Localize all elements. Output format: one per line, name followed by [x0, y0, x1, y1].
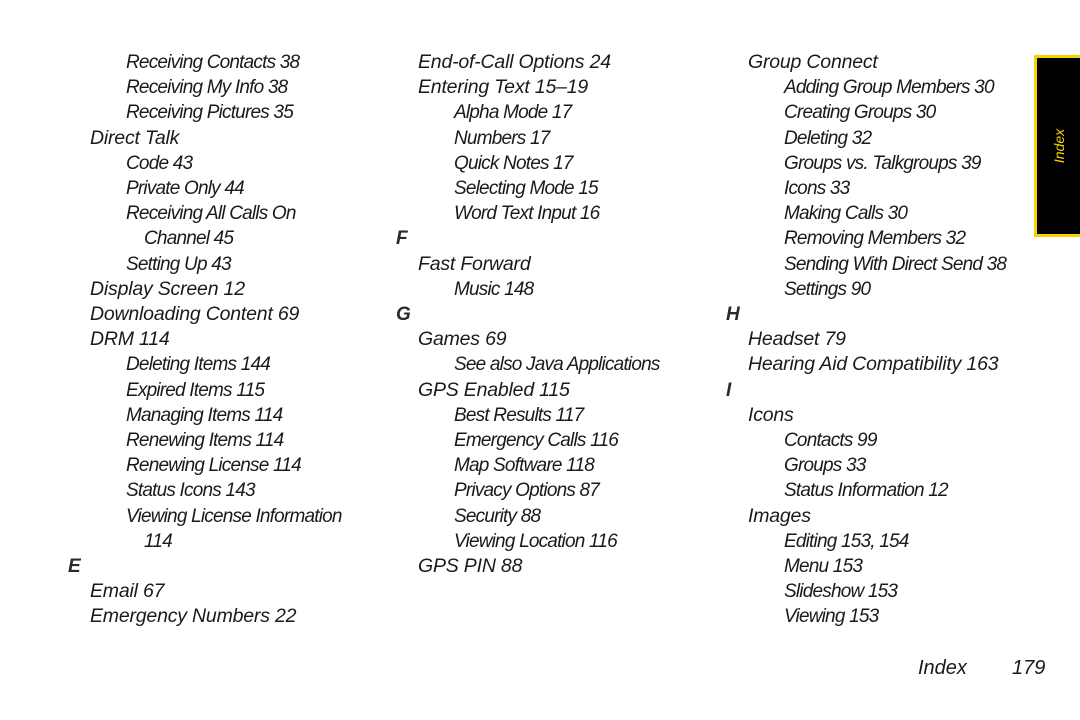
index-entry: Headset 79 [748, 328, 846, 351]
footer-section-title: Index [918, 657, 967, 679]
index-subentry: Privacy Options 87 [454, 480, 600, 502]
index-entry: End-of-Call Options 24 [418, 51, 611, 73]
index-entry: Group Connect [748, 51, 878, 73]
footer-page-number: 179 [1012, 657, 1046, 679]
index-entry: Images [748, 504, 811, 527]
index-entry: GPS Enabled 115 [418, 378, 570, 401]
index-subentry: Word Text Input 16 [454, 203, 600, 225]
index-letter-heading: F [396, 228, 408, 250]
index-subentry: Making Calls 30 [784, 203, 908, 225]
index-subentry: Slideshow 153 [784, 581, 898, 603]
index-subentry: Status Icons 143 [126, 480, 256, 502]
index-subentry: Groups 33 [784, 455, 866, 477]
index-entry: Fast Forward [418, 252, 531, 275]
index-subentry: Numbers 17 [454, 127, 550, 149]
index-entry: Emergency Numbers 22 [90, 605, 297, 628]
index-section-tab: Index [1034, 55, 1080, 237]
index-subentry: Menu 153 [784, 556, 863, 578]
index-entry: GPS PIN 88 [418, 555, 523, 578]
index-subentry: Deleting Items 144 [126, 354, 271, 376]
index-subentry: Best Results 117 [454, 404, 584, 426]
index-entry: Icons [748, 403, 794, 426]
index-subentry: Quick Notes 17 [454, 152, 574, 174]
index-subentry: Viewing License Information [126, 505, 342, 527]
index-subentry: Removing Members 32 [784, 228, 966, 250]
index-subentry: Managing Items 114 [126, 404, 283, 426]
index-subentry: Settings 90 [784, 278, 871, 300]
index-subentry: Icons 33 [784, 178, 850, 200]
index-subentry: Emergency Calls 116 [454, 430, 619, 452]
index-subentry: See also Java Applications [454, 354, 660, 376]
index-subentry: Receiving Pictures 35 [126, 102, 294, 124]
index-entry: Display Screen 12 [90, 277, 245, 300]
index-subentry: 114 [144, 530, 173, 552]
index-subentry: Selecting Mode 15 [454, 178, 599, 200]
index-subentry: Map Software 118 [454, 455, 595, 477]
index-entry: Games 69 [418, 328, 507, 351]
index-subentry: Expired Items 115 [126, 379, 265, 401]
index-subentry: Renewing Items 114 [126, 430, 284, 452]
index-subentry: Receiving All Calls On [126, 203, 296, 225]
index-subentry: Viewing 153 [784, 606, 879, 628]
index-subentry: Renewing License 114 [126, 455, 302, 477]
index-subentry: Groups vs. Talkgroups 39 [784, 152, 981, 174]
index-subentry: Adding Group Members 30 [784, 77, 995, 99]
index-subentry: Editing 153, 154 [784, 530, 909, 552]
index-letter-heading: I [726, 379, 732, 401]
index-entry: Direct Talk [90, 126, 180, 149]
index-entry: Downloading Content 69 [90, 303, 300, 326]
index-subentry: Private Only 44 [126, 178, 245, 200]
index-subentry: Receiving Contacts 38 [126, 52, 300, 73]
index-letter-heading: E [68, 556, 81, 578]
index-entry: Entering Text 15–19 [418, 76, 589, 99]
index-column-3: Group Connect Adding Group Members 30 Crea… [726, 50, 1007, 630]
index-subentry: Music 148 [454, 278, 534, 300]
index-subentry: Code 43 [126, 152, 193, 174]
index-entry: DRM 114 [90, 328, 170, 351]
index-subentry: Status Information 12 [784, 480, 949, 502]
index-tab-label: Index [1050, 128, 1067, 164]
index-entry: Email 67 [90, 580, 165, 603]
index-subentry: Channel 45 [144, 228, 234, 250]
index-subentry: Creating Groups 30 [784, 102, 936, 124]
index-column-1: Receiving Contacts 38 Receiving My Info 3… [68, 50, 342, 630]
index-subentry: Receiving My Info 38 [126, 77, 288, 99]
index-subentry: Security 88 [454, 505, 541, 527]
index-subentry: Alpha Mode 17 [454, 102, 572, 124]
index-letter-heading: H [726, 304, 740, 326]
index-subentry: Setting Up 43 [126, 253, 232, 275]
index-subentry: Contacts 99 [784, 430, 877, 452]
index-column-2: End-of-Call Options 24 Entering Text 15–1… [396, 50, 660, 579]
index-entry: Hearing Aid Compatibility 163 [748, 353, 999, 376]
index-subentry: Sending With Direct Send 38 [784, 253, 1007, 275]
index-subentry: Viewing Location 116 [454, 530, 618, 552]
index-subentry: Deleting 32 [784, 127, 872, 149]
index-letter-heading: G [396, 304, 411, 326]
